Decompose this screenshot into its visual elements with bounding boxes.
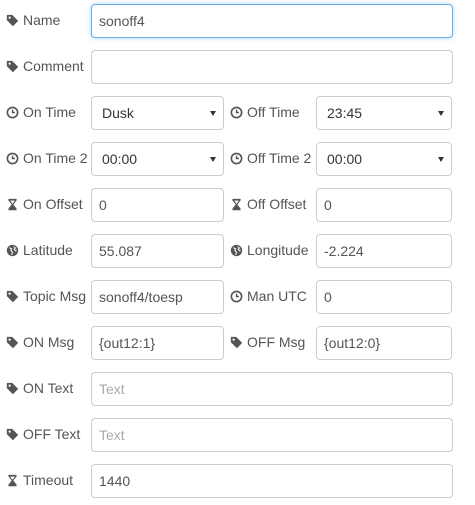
hourglass-icon — [229, 197, 243, 211]
longitude-label-text: Longitude — [247, 242, 309, 258]
off-offset-label: Off Offset — [229, 187, 306, 221]
hourglass-icon — [5, 473, 19, 487]
on-time-2-label: On Time 2 — [5, 141, 88, 175]
globe-icon — [229, 243, 243, 257]
topic-msg-label-text: Topic Msg — [23, 288, 87, 304]
clock-icon — [229, 289, 243, 303]
on-offset-label: On Offset — [5, 187, 83, 221]
comment-input[interactable] — [91, 50, 453, 84]
on-text-input[interactable] — [91, 372, 453, 406]
on-time-2-label-text: On Time 2 — [23, 150, 88, 166]
latitude-input[interactable] — [91, 234, 224, 268]
off-msg-label-text: OFF Msg — [247, 334, 306, 350]
topic-msg-input[interactable] — [91, 280, 224, 314]
on-time-2-select[interactable]: 00:00 — [91, 142, 224, 176]
off-msg-input[interactable] — [316, 326, 452, 360]
clock-icon — [5, 151, 19, 165]
latitude-label: Latitude — [5, 233, 73, 267]
off-time-label: Off Time — [229, 95, 300, 129]
clock-icon — [229, 151, 243, 165]
clock-icon — [229, 105, 243, 119]
off-offset-input[interactable] — [316, 188, 452, 222]
off-time-2-label: Off Time 2 — [229, 141, 311, 175]
name-input[interactable] — [91, 4, 453, 38]
on-text-label-text: ON Text — [23, 380, 74, 396]
man-utc-label-text: Man UTC — [247, 288, 307, 304]
off-msg-label: OFF Msg — [229, 325, 305, 359]
tag-icon — [5, 13, 19, 27]
off-time-2-value: 00:00 — [327, 151, 363, 167]
tag-icon — [5, 427, 19, 441]
off-time-value: 23:45 — [327, 105, 363, 121]
off-time-2-label-text: Off Time 2 — [247, 150, 312, 166]
on-time-label: On Time — [5, 95, 76, 129]
on-msg-input[interactable] — [91, 326, 224, 360]
tag-icon — [5, 59, 19, 73]
on-time-label-text: On Time — [23, 104, 76, 120]
chevron-down-icon — [210, 111, 216, 116]
latitude-label-text: Latitude — [23, 242, 73, 258]
chevron-down-icon — [438, 111, 444, 116]
clock-icon — [5, 105, 19, 119]
on-offset-input[interactable] — [91, 188, 224, 222]
longitude-input[interactable] — [316, 234, 452, 268]
longitude-label: Longitude — [229, 233, 309, 267]
off-time-select[interactable]: 23:45 — [316, 96, 452, 130]
globe-icon — [5, 243, 19, 257]
off-time-label-text: Off Time — [247, 104, 300, 120]
on-msg-label-text: ON Msg — [23, 334, 75, 350]
timeout-label: Timeout — [5, 463, 73, 497]
comment-label-text: Comment — [23, 58, 84, 74]
topic-msg-label: Topic Msg — [5, 279, 86, 313]
on-time-select[interactable]: Dusk — [91, 96, 224, 130]
off-text-label-text: OFF Text — [23, 426, 81, 442]
on-text-label: ON Text — [5, 371, 73, 405]
tag-icon — [5, 335, 19, 349]
comment-label: Comment — [5, 49, 84, 83]
off-text-label: OFF Text — [5, 417, 80, 451]
off-time-2-select[interactable]: 00:00 — [316, 142, 452, 176]
off-text-input[interactable] — [91, 418, 453, 452]
tag-icon — [5, 289, 19, 303]
tag-icon — [229, 335, 243, 349]
chevron-down-icon — [210, 157, 216, 162]
on-time-2-value: 00:00 — [102, 151, 138, 167]
on-msg-label: ON Msg — [5, 325, 74, 359]
off-offset-label-text: Off Offset — [247, 196, 307, 212]
man-utc-label: Man UTC — [229, 279, 307, 313]
timeout-label-text: Timeout — [23, 472, 74, 488]
timeout-input[interactable] — [91, 464, 453, 498]
chevron-down-icon — [438, 157, 444, 162]
on-time-value: Dusk — [102, 105, 134, 121]
tag-icon — [5, 381, 19, 395]
name-label-text: Name — [23, 12, 61, 28]
name-label: Name — [5, 3, 60, 37]
hourglass-icon — [5, 197, 19, 211]
on-offset-label-text: On Offset — [23, 196, 83, 212]
man-utc-input[interactable] — [316, 280, 452, 314]
